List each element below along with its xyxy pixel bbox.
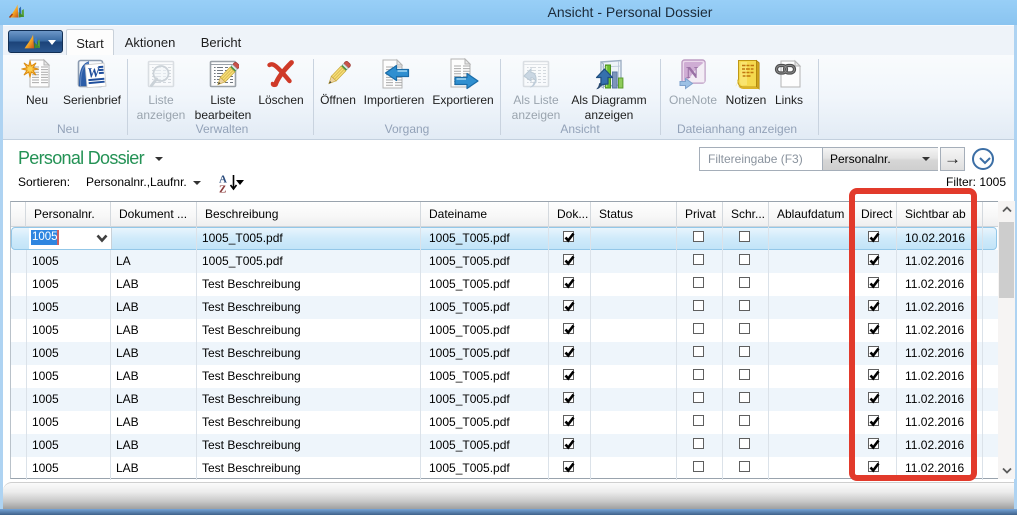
svg-text:Z: Z — [219, 184, 226, 194]
svg-text:N: N — [686, 63, 699, 82]
